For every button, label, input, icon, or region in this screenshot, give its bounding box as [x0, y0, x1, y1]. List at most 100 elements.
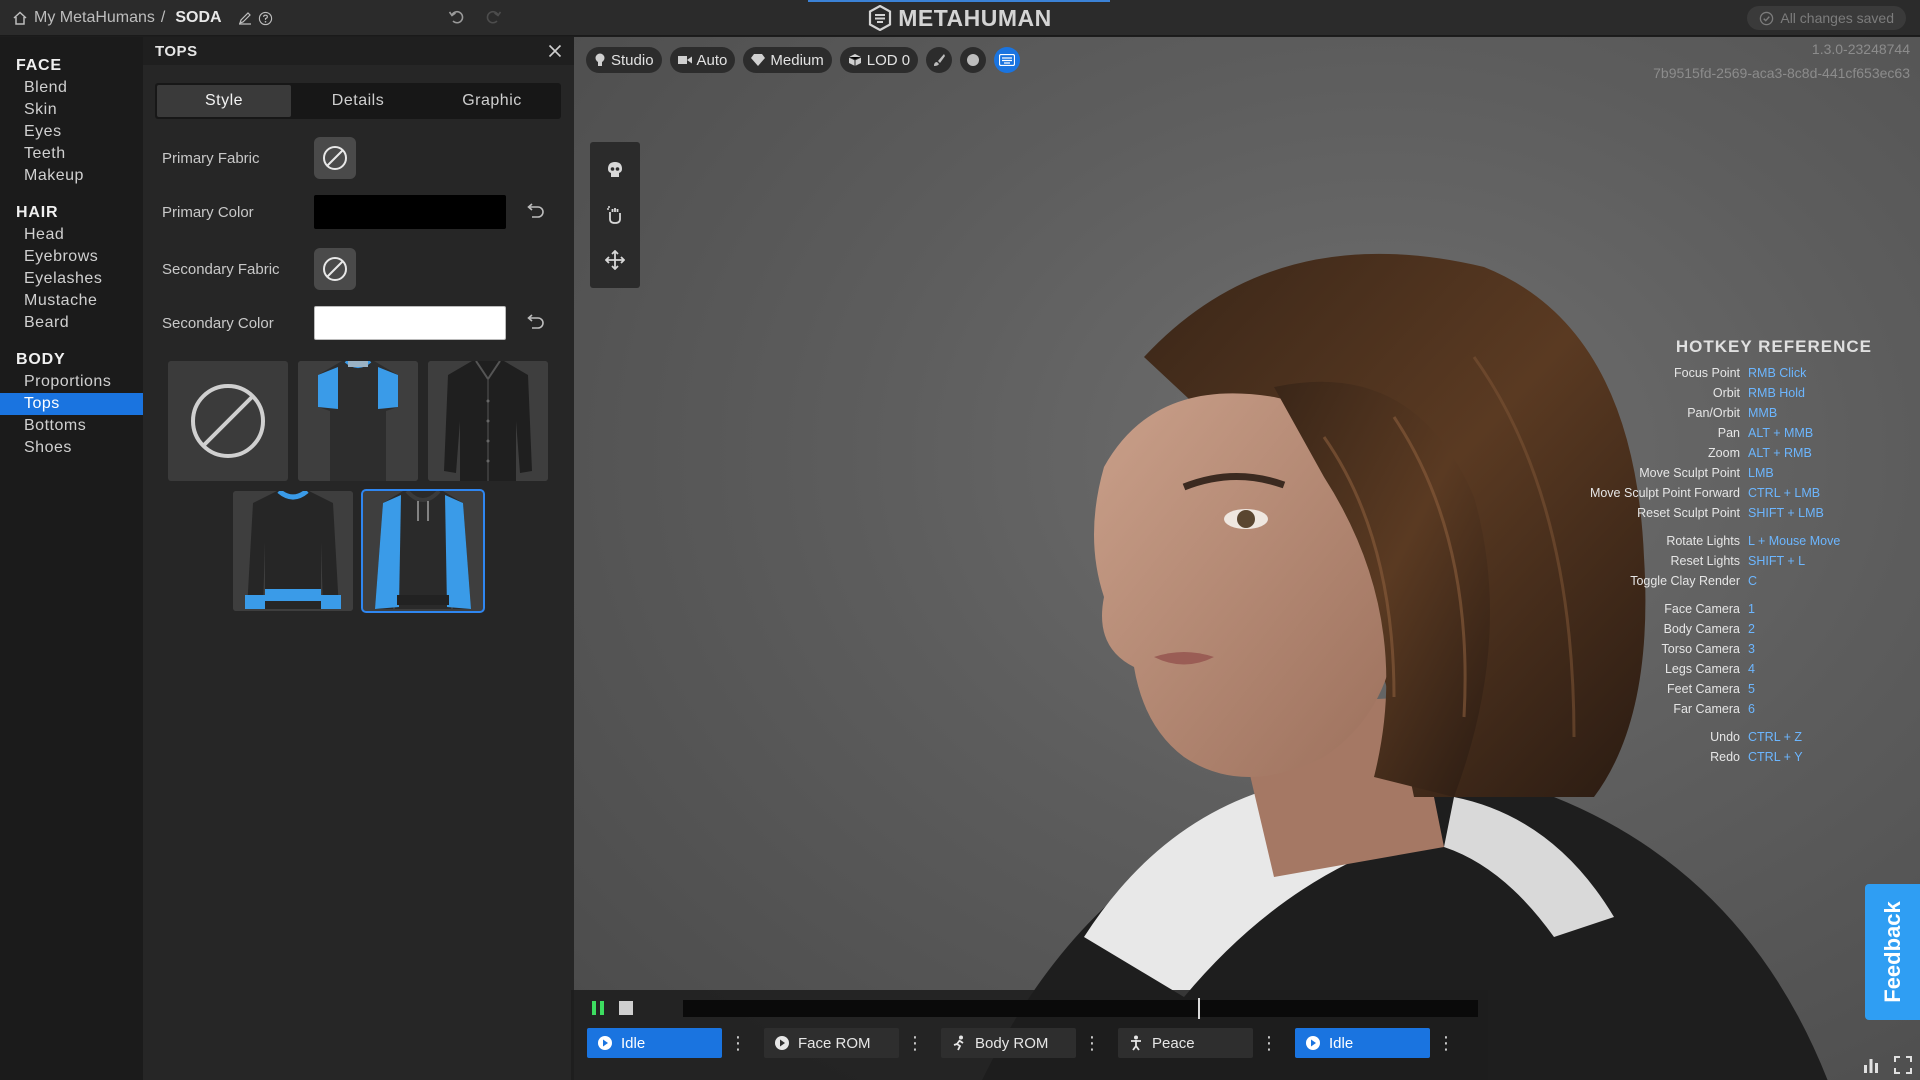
hotkey-row: Legs Camera 4: [1588, 659, 1908, 679]
nav-item-blend[interactable]: Blend: [0, 77, 143, 99]
primary-color-reset-icon[interactable]: [524, 203, 546, 221]
playhead[interactable]: [1198, 998, 1201, 1019]
anim-idle-button-2[interactable]: Idle: [1295, 1028, 1430, 1058]
anim-label: Peace: [1152, 1034, 1195, 1052]
hotkey-label: Pan: [1717, 426, 1740, 440]
brush-icon: [934, 54, 946, 66]
animation-timeline: Idle ⋮ Face ROM ⋮ Body ROM ⋮ Peace ⋮ Idl…: [571, 990, 1488, 1080]
tab-graphic[interactable]: Graphic: [425, 85, 559, 117]
nav-item-makeup[interactable]: Makeup: [0, 165, 143, 187]
timeline-scrubber[interactable]: [683, 998, 1478, 1019]
undo-redo-group: [448, 8, 502, 26]
close-icon[interactable]: [548, 44, 562, 58]
anim-label: Idle: [621, 1034, 646, 1052]
version-info: 1.3.0-23248744 7b9515fd-2569-aca3-8c8d-4…: [1653, 37, 1910, 85]
help-icon[interactable]: [258, 11, 273, 26]
move-icon[interactable]: [605, 250, 625, 270]
hotkey-label: Redo: [1710, 750, 1740, 764]
nav-item-eyelashes[interactable]: Eyelashes: [0, 268, 143, 290]
garment-none-thumb[interactable]: [168, 361, 288, 481]
panel-tabs: Style Details Graphic: [155, 83, 561, 119]
secondary-color-reset-icon[interactable]: [524, 314, 546, 332]
garment-sweater-thumb[interactable]: [233, 491, 353, 611]
nav-item-eyebrows[interactable]: Eyebrows: [0, 246, 143, 268]
feedback-button[interactable]: Feedback: [1865, 884, 1920, 1020]
more-options-icon[interactable]: ⋮: [906, 1028, 924, 1058]
fullscreen-icon[interactable]: [1894, 1056, 1912, 1074]
3d-viewport[interactable]: Studio Auto Medium LOD 0 1.3.0-23248744 …: [574, 37, 1920, 1080]
viewport-corner-icons: [1862, 1056, 1912, 1074]
secondary-color-label: Secondary Color: [162, 314, 274, 332]
project-name: SODA: [175, 9, 222, 26]
tab-style[interactable]: Style: [157, 85, 291, 117]
lighting-button[interactable]: Studio: [586, 47, 662, 73]
primary-color-label: Primary Color: [162, 203, 254, 221]
garment-hoodie-thumb[interactable]: [361, 489, 485, 613]
camera-button[interactable]: Auto: [669, 47, 736, 73]
home-icon[interactable]: [12, 10, 28, 26]
hotkey-row: Feet Camera 5: [1588, 679, 1908, 699]
nav-item-eyes[interactable]: Eyes: [0, 121, 143, 143]
more-options-icon[interactable]: ⋮: [1437, 1028, 1455, 1058]
lod-button[interactable]: LOD 0: [839, 47, 919, 73]
skull-icon[interactable]: [605, 160, 625, 180]
nav-item-head[interactable]: Head: [0, 224, 143, 246]
feedback-label: Feedback: [1879, 901, 1905, 1003]
more-options-icon[interactable]: ⋮: [729, 1028, 747, 1058]
anim-idle-button[interactable]: Idle: [587, 1028, 722, 1058]
hand-sculpt-icon[interactable]: [604, 204, 626, 226]
brush-button[interactable]: [926, 47, 953, 73]
camera-label: Auto: [696, 51, 728, 69]
anim-face-rom-button[interactable]: Face ROM: [764, 1028, 899, 1058]
tops-panel: TOPS Style Details Graphic Primary Fabri…: [143, 37, 574, 1080]
pause-icon[interactable]: [591, 1000, 605, 1016]
anim-body-rom-button[interactable]: Body ROM: [941, 1028, 1076, 1058]
tab-details[interactable]: Details: [291, 85, 425, 117]
nav-item-teeth[interactable]: Teeth: [0, 143, 143, 165]
running-figure-icon: [953, 1035, 964, 1051]
secondary-color-swatch[interactable]: [314, 306, 506, 340]
redo-icon[interactable]: [484, 8, 502, 26]
hotkey-row: Reset Sculpt Point SHIFT + LMB: [1588, 503, 1908, 523]
hotkey-label: Move Sculpt Point Forward: [1589, 486, 1740, 500]
nav-item-mustache[interactable]: Mustache: [0, 290, 143, 312]
primary-fabric-row: Primary Fabric: [162, 137, 562, 179]
hotkey-label: Undo: [1710, 730, 1740, 744]
stop-icon[interactable]: [619, 1001, 633, 1015]
undo-icon[interactable]: [448, 8, 466, 26]
garment-tshirt-thumb[interactable]: [298, 361, 418, 481]
secondary-color-row: Secondary Color: [162, 306, 562, 340]
secondary-fabric-picker[interactable]: [314, 248, 356, 290]
primary-fabric-picker[interactable]: [314, 137, 356, 179]
breadcrumb-root-link[interactable]: My MetaHumans: [34, 9, 155, 27]
anim-label: Body ROM: [975, 1034, 1049, 1052]
edit-icon[interactable]: [238, 11, 252, 25]
breadcrumb: My MetaHumans / SODA: [12, 0, 273, 36]
hotkey-key: 4: [1748, 662, 1755, 676]
hotkey-label: Toggle Clay Render: [1630, 574, 1740, 588]
hotkey-row: Pan/Orbit MMB: [1588, 403, 1908, 423]
stats-icon[interactable]: [1862, 1056, 1880, 1074]
hotkey-label: Legs Camera: [1664, 662, 1740, 676]
hotkeys-button[interactable]: [994, 47, 1021, 73]
nav-item-tops[interactable]: Tops: [0, 393, 143, 415]
nav-item-beard[interactable]: Beard: [0, 312, 143, 334]
garment-dress-shirt-thumb[interactable]: [428, 361, 548, 481]
nav-group-body: BODY: [16, 351, 66, 368]
metahuman-logo-icon: [869, 5, 892, 31]
hotkey-key: CTRL + Z: [1748, 730, 1803, 744]
hotkey-key: SHIFT + L: [1748, 554, 1806, 568]
nav-item-bottoms[interactable]: Bottoms: [0, 415, 143, 437]
primary-color-swatch[interactable]: [314, 195, 506, 229]
nav-item-shoes[interactable]: Shoes: [0, 437, 143, 459]
more-options-icon[interactable]: ⋮: [1083, 1028, 1101, 1058]
nav-item-skin[interactable]: Skin: [0, 99, 143, 121]
clay-render-button[interactable]: [960, 47, 987, 73]
nav-item-proportions[interactable]: Proportions: [0, 371, 143, 393]
save-status-badge: All changes saved: [1747, 6, 1906, 30]
anim-peace-button[interactable]: Peace: [1118, 1028, 1253, 1058]
quality-button[interactable]: Medium: [743, 47, 832, 73]
play-circle-icon: [1306, 1036, 1320, 1050]
more-options-icon[interactable]: ⋮: [1260, 1028, 1278, 1058]
hotkey-key: ALT + MMB: [1748, 426, 1814, 440]
